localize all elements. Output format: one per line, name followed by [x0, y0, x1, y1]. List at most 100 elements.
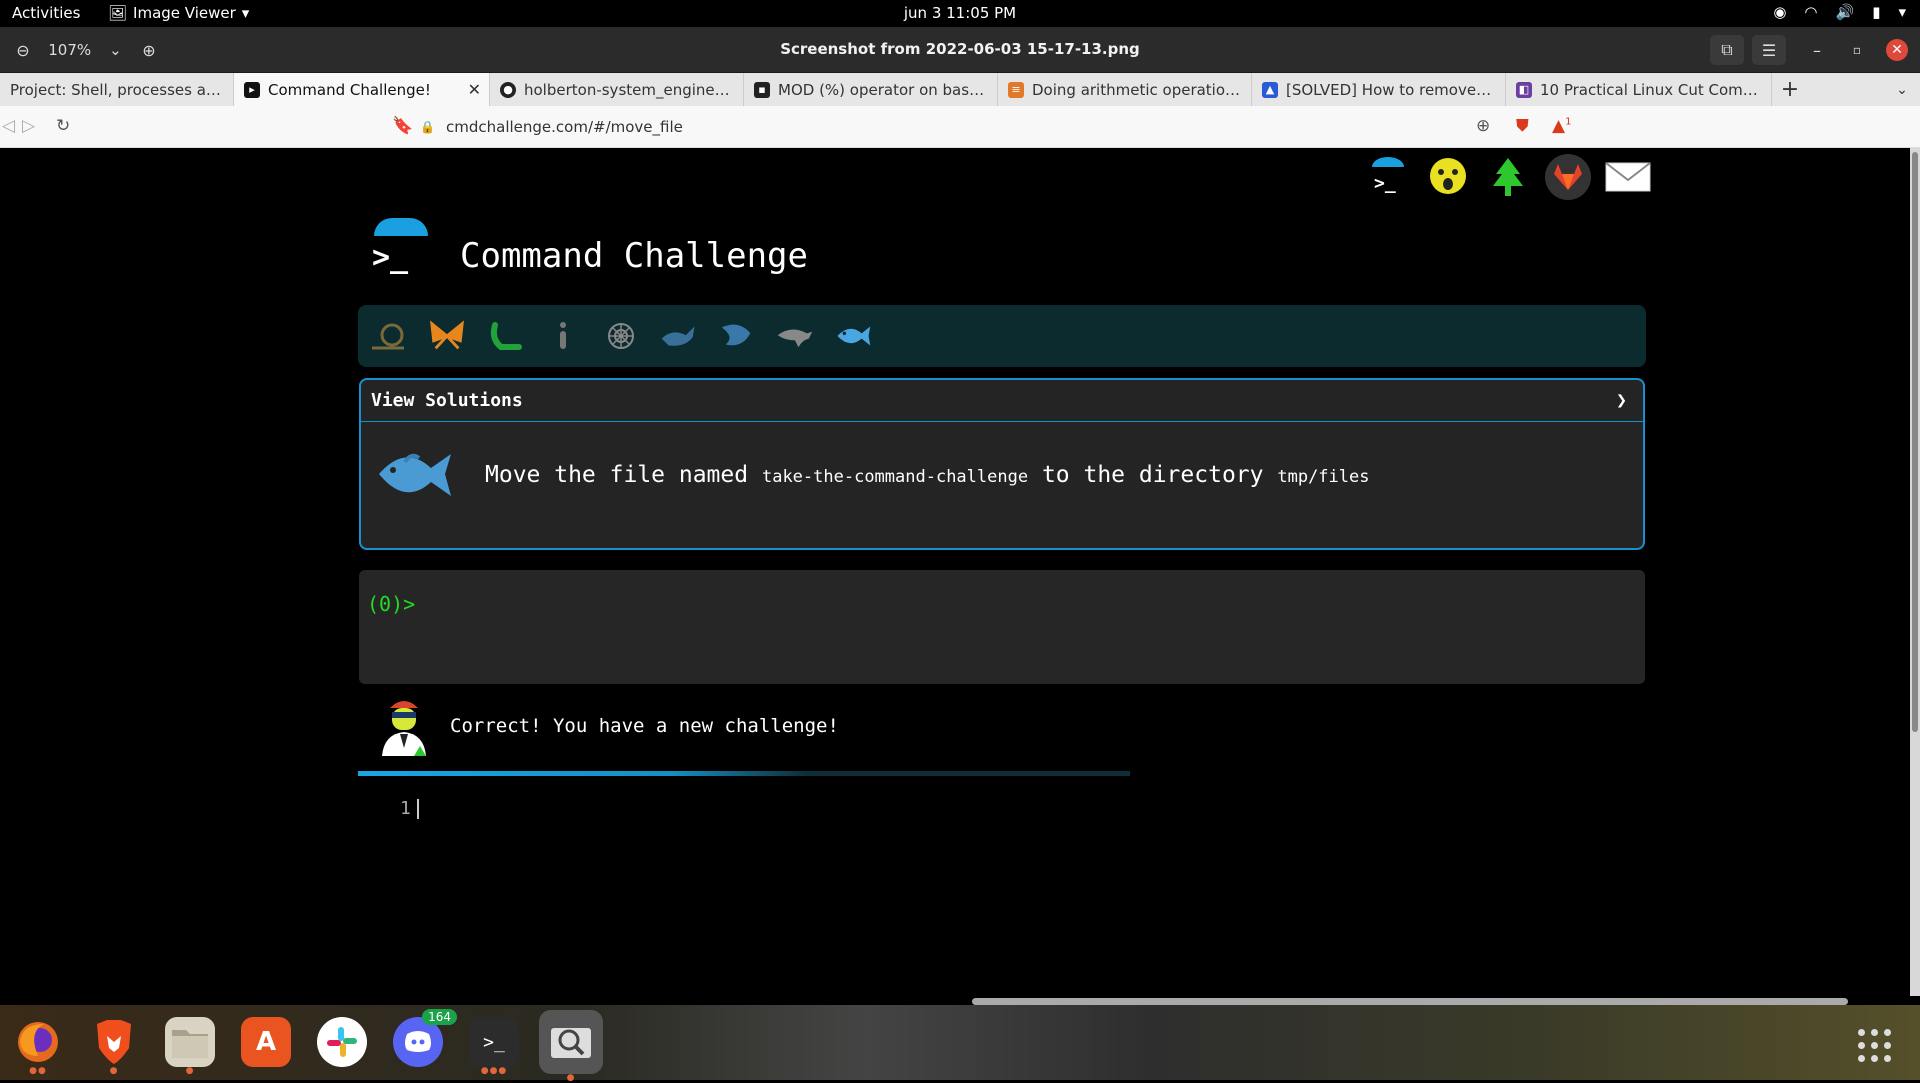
chevron-down-icon: ⌄ [109, 41, 122, 59]
mail-icon[interactable] [1605, 154, 1651, 200]
dolphin-level-icon[interactable] [776, 317, 814, 355]
running-indicator: ● [109, 1066, 119, 1076]
feedback-row: Correct! You have a new challenge! [378, 696, 839, 756]
butterfly-level-icon[interactable] [428, 317, 466, 355]
battery-icon: ▮ [1872, 3, 1881, 21]
browser-tab[interactable]: ≡ Doing arithmetic operation u [998, 73, 1252, 106]
browser-tab-active[interactable]: ▸ Command Challenge! ✕ [234, 73, 490, 106]
site-favicon-icon: ◧ [1516, 81, 1532, 98]
app-menu[interactable]: 🖼 Image Viewer ▾ [108, 4, 249, 22]
browser-tab[interactable]: ◧ 10 Practical Linux Cut Comma [1506, 73, 1772, 106]
zoom-out-icon: ⊖ [16, 40, 30, 60]
maximize-button[interactable]: ▫ [1844, 35, 1870, 65]
dock-slack[interactable] [317, 1017, 367, 1067]
dock-discord[interactable]: 164 [393, 1009, 457, 1067]
forward-arrow-icon[interactable]: ▷ [22, 116, 35, 136]
caterpillar-level-icon[interactable] [486, 317, 524, 355]
discord-icon [405, 1031, 431, 1052]
tab-close-icon[interactable]: ✕ [468, 80, 481, 99]
reload-icon[interactable]: ↻ [56, 116, 70, 136]
close-icon: ✕ [1886, 39, 1908, 61]
caret-down-icon: ▾ [1898, 3, 1906, 21]
snail-level-icon[interactable] [370, 317, 408, 355]
code-editor[interactable]: 1 [400, 798, 419, 819]
tab-label: Project: Shell, processes and s [10, 80, 223, 99]
browser-tab[interactable]: Project: Shell, processes and s [0, 73, 234, 106]
line-number: 1 [400, 798, 411, 819]
brave-shields-icon[interactable]: ⛊ [1516, 116, 1529, 136]
dock-software[interactable]: A [241, 1017, 291, 1067]
main-menu-button[interactable]: ☰ [1752, 35, 1786, 65]
tab-label: holberton-system_engineerin [524, 80, 733, 99]
spiderweb-level-icon[interactable] [602, 317, 640, 355]
fish-level-icon-current[interactable] [834, 317, 872, 355]
bookmark-icon[interactable]: 🔖 [392, 116, 413, 136]
vertical-scrollbar[interactable] [1910, 148, 1920, 996]
browser-tab[interactable]: ▪ MOD (%) operator on bash - K [744, 73, 998, 106]
dock-firefox[interactable]: ●● [13, 1017, 63, 1076]
magnifier-icon [551, 1028, 591, 1058]
site-logo[interactable]: >_ [372, 218, 432, 278]
image-file-title: Screenshot from 2022-06-03 15-17-13.png [780, 40, 1140, 58]
terminal-icon: >_ [483, 1031, 505, 1053]
brave-rewards-icon[interactable]: ▲1 [1552, 116, 1571, 136]
stackoverflow-favicon-icon: ≡ [1008, 81, 1024, 98]
view-solutions-label: View Solutions [371, 390, 523, 411]
dock-terminal[interactable]: >_ ●●● [469, 1017, 519, 1076]
gallery-button[interactable]: ⧉ [1710, 35, 1744, 65]
hamburger-icon: ☰ [1761, 40, 1777, 60]
shark-level-icon[interactable] [718, 317, 756, 355]
ant-level-icon[interactable] [544, 317, 582, 355]
tree-icon[interactable] [1485, 154, 1531, 200]
browser-tab[interactable]: ▲ [SOLVED] How to remove the [1252, 73, 1506, 106]
tab-label: MOD (%) operator on bash - K [778, 80, 987, 99]
challenge-description: Move the file named take-the-command-cha… [485, 462, 1369, 488]
challenge-progress-bar [358, 771, 1130, 776]
tab-list-chevron-icon[interactable]: ⌄ [1884, 73, 1920, 106]
browser-tab[interactable]: ● holberton-system_engineerin [490, 73, 744, 106]
challenge-panel: View Solutions ❯ Move the file named tak… [359, 378, 1645, 550]
horizontal-scrollbar[interactable] [972, 998, 1848, 1005]
cmdchallenge-link-icon[interactable]: >_ [1365, 154, 1411, 200]
view-solutions-toggle[interactable]: View Solutions ❯ [361, 380, 1643, 422]
terminal-prompt-icon: >_ [372, 240, 409, 275]
gitlab-icon[interactable] [1545, 154, 1591, 200]
page-title: Command Challenge [460, 236, 808, 276]
dock-files[interactable]: ● [165, 1017, 215, 1076]
dock-image-viewer[interactable]: ● [539, 1010, 603, 1083]
zoom-out-button[interactable]: ⊖ [8, 35, 38, 65]
dock-brave[interactable]: ● [89, 1017, 139, 1076]
address-bar[interactable]: 🔒 cmdchallenge.com/#/move_file [420, 112, 1480, 142]
zoom-level-selector[interactable]: 107% ⌄ [40, 35, 130, 65]
folder-icon [172, 1030, 208, 1058]
terminal-prompt: (0)> [367, 592, 416, 616]
tab-label: [SOLVED] How to remove the [1286, 80, 1495, 99]
notification-badge: 164 [422, 1009, 457, 1025]
level-selector-bar [358, 305, 1646, 367]
show-applications-button[interactable] [1858, 1029, 1892, 1063]
task-filename: take-the-command-challenge [761, 467, 1029, 487]
zoom-in-icon: ⊕ [142, 40, 156, 60]
discord-tray-icon: ◉ [1773, 3, 1787, 21]
close-window-button[interactable]: ✕ [1884, 35, 1910, 65]
command-terminal[interactable]: (0)> [359, 570, 1645, 684]
svg-text:>_: >_ [1374, 173, 1396, 194]
arch-favicon-icon: ▲ [1262, 81, 1278, 98]
zoom-magnifier-icon[interactable]: ⊕ [1476, 116, 1490, 136]
whale-level-icon[interactable] [660, 317, 698, 355]
oops-face-icon[interactable] [1425, 154, 1471, 200]
scrollbar-thumb[interactable] [1912, 152, 1918, 732]
header-icon-row: >_ [1365, 154, 1651, 200]
zoom-in-button[interactable]: ⊕ [134, 35, 164, 65]
browser-tab-strip: Project: Shell, processes and s ▸ Comman… [0, 73, 1920, 106]
running-indicator: ● [566, 1073, 576, 1083]
system-tray[interactable]: ◉ ◠ 🔊 ▮ ▾ [1773, 3, 1906, 21]
clock[interactable]: jun 3 11:05 PM [904, 4, 1016, 22]
back-arrow-icon[interactable]: ◁ [2, 116, 15, 136]
wifi-icon: ◠ [1804, 3, 1818, 21]
minimize-button[interactable]: – [1804, 35, 1830, 65]
new-tab-button[interactable]: + [1772, 73, 1808, 106]
lock-icon: 🔒 [420, 120, 435, 134]
activities-button[interactable]: Activities [12, 4, 80, 22]
caret-down-icon: ▾ [241, 4, 250, 22]
